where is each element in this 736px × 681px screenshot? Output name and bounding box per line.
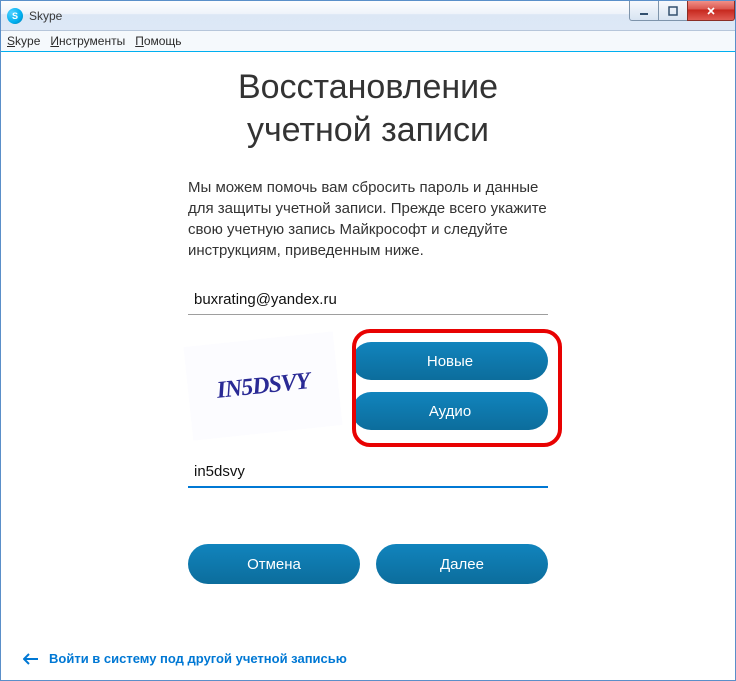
close-button[interactable]	[687, 1, 735, 21]
captcha-input[interactable]	[188, 457, 548, 488]
email-field[interactable]	[188, 285, 548, 315]
page-title-line1: Восстановление	[238, 68, 498, 106]
cancel-button[interactable]: Отмена	[188, 544, 360, 584]
svg-text:S: S	[12, 11, 18, 21]
window-title: Skype	[29, 9, 62, 23]
maximize-button[interactable]	[658, 1, 688, 21]
menu-skype[interactable]: Skype	[7, 34, 40, 48]
content-area: Восстановление учетной записи Мы можем п…	[1, 52, 735, 680]
page-title: Восстановление учетной записи	[1, 66, 735, 151]
menubar: Skype Инструменты Помощь	[1, 31, 735, 52]
window-controls	[630, 1, 735, 21]
window-titlebar: S Skype	[1, 1, 735, 31]
action-row: Отмена Далее	[188, 544, 548, 584]
captcha-row: IN5DSVY Новые Аудио	[188, 339, 548, 433]
skype-icon: S	[7, 8, 23, 24]
captcha-new-button[interactable]: Новые	[352, 342, 548, 380]
menu-tools[interactable]: Инструменты	[50, 34, 125, 48]
other-account-link[interactable]: Войти в систему под другой учетной запис…	[23, 651, 347, 666]
menu-help[interactable]: Помощь	[135, 34, 181, 48]
captcha-audio-button[interactable]: Аудио	[352, 392, 548, 430]
arrow-left-icon	[23, 653, 39, 665]
captcha-image: IN5DSVY	[183, 331, 342, 440]
help-text: Мы можем помочь вам сбросить пароль и да…	[188, 177, 548, 261]
minimize-button[interactable]	[629, 1, 659, 21]
other-account-label: Войти в систему под другой учетной запис…	[49, 651, 347, 666]
page-title-line2: учетной записи	[247, 111, 489, 149]
next-button[interactable]: Далее	[376, 544, 548, 584]
captcha-buttons: Новые Аудио	[352, 342, 548, 430]
